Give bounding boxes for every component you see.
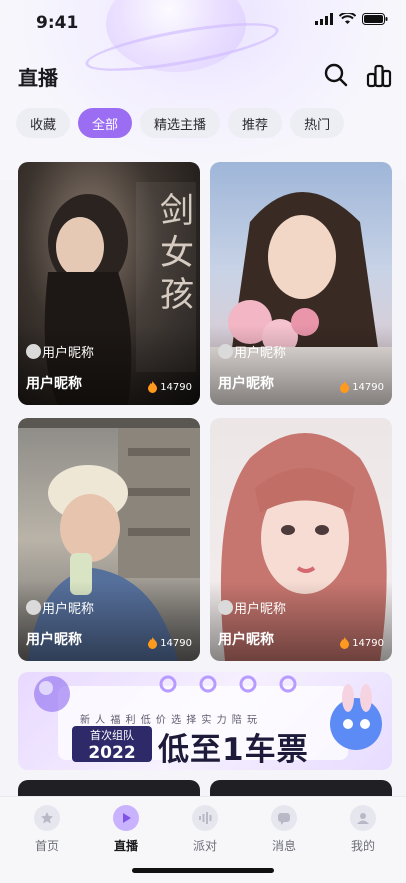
- tab-featured-hosts[interactable]: 精选主播: [140, 108, 221, 138]
- party-icon: [192, 805, 218, 831]
- user-nickname: 用户昵称: [218, 376, 274, 392]
- page-title: 直播: [18, 66, 58, 90]
- viewer-count-text: 14790: [160, 381, 192, 393]
- banner-badge-year: 2022: [88, 743, 136, 763]
- user-nickname: 用户昵称: [26, 376, 82, 392]
- avatar: [218, 344, 233, 359]
- viewer-count-text: 14790: [352, 381, 384, 393]
- live-icon: [113, 805, 139, 831]
- status-time: 9:41: [36, 13, 79, 33]
- viewer-count: 14790: [339, 637, 384, 649]
- flame-icon: [148, 637, 158, 649]
- viewer-count: 14790: [339, 381, 384, 393]
- user-nickname-small: 用户昵称: [42, 346, 95, 361]
- message-icon: [271, 805, 297, 831]
- banner-headline: 低至1车票: [158, 732, 309, 768]
- viewer-count-text: 14790: [352, 637, 384, 649]
- user-nickname-small: 用户昵称: [234, 346, 287, 361]
- nav-live[interactable]: 直播: [96, 805, 156, 854]
- nav-label: 派对: [192, 839, 217, 853]
- home-indicator: [132, 868, 274, 873]
- nav-label: 首页: [34, 839, 59, 853]
- wifi-icon: [339, 13, 356, 24]
- tab-favorites[interactable]: 收藏: [16, 108, 71, 138]
- battery-icon: [362, 13, 388, 25]
- user-nickname-small: 用户昵称: [42, 602, 95, 617]
- status-bar: 9:41: [0, 0, 406, 44]
- avatar: [26, 600, 41, 615]
- avatar: [218, 600, 233, 615]
- card-shade: [18, 581, 200, 661]
- tab-popular[interactable]: 热门: [290, 108, 345, 138]
- promo-banner[interactable]: 新 人 福 利 低 价 选 择 实 力 陪 玩 首次组队 2022 低至1车票: [18, 672, 392, 770]
- home-icon: [34, 805, 60, 831]
- tab-recommended[interactable]: 推荐: [228, 108, 283, 138]
- nav-profile[interactable]: 我的: [333, 805, 393, 854]
- profile-icon: [350, 805, 376, 831]
- signal-icon: [315, 13, 333, 25]
- user-nickname: 用户昵称: [218, 632, 274, 648]
- flame-icon: [340, 637, 350, 649]
- category-tabs: 收藏 全部 精选主播 推荐 热门: [16, 108, 345, 138]
- viewer-count: 14790: [147, 381, 192, 393]
- viewer-count: 14790: [147, 637, 192, 649]
- card-shade: [18, 325, 200, 405]
- viewer-count-text: 14790: [160, 637, 192, 649]
- ranking-icon[interactable]: [366, 62, 392, 88]
- status-icons: [315, 13, 388, 25]
- nav-home[interactable]: 首页: [17, 805, 77, 854]
- nav-party[interactable]: 派对: [175, 805, 235, 854]
- nav-label: 消息: [271, 839, 296, 853]
- live-card[interactable]: 用户昵称 用户昵称 14790: [210, 162, 392, 405]
- user-nickname-small: 用户昵称: [234, 602, 287, 617]
- flame-icon: [340, 381, 350, 393]
- nav-messages[interactable]: 消息: [254, 805, 314, 854]
- nav-label: 直播: [113, 839, 138, 853]
- banner-badge-top: 首次组队: [90, 729, 134, 742]
- banner-badge: 首次组队 2022: [72, 726, 152, 763]
- user-nickname: 用户昵称: [26, 632, 82, 648]
- card-shade: [210, 325, 392, 405]
- live-card[interactable]: 用户昵称 用户昵称 14790: [210, 418, 392, 661]
- live-card[interactable]: 用户昵称 用户昵称 14790: [18, 418, 200, 661]
- live-card[interactable]: 剑 女 孩 用户昵称 用户昵称 14790: [18, 162, 200, 405]
- flame-icon: [148, 381, 158, 393]
- tab-all[interactable]: 全部: [78, 108, 133, 138]
- card-shade: [210, 581, 392, 661]
- stream-art-text: 剑 女 孩: [160, 191, 194, 315]
- nav-label: 我的: [350, 839, 375, 853]
- avatar: [26, 344, 41, 359]
- search-icon[interactable]: [323, 62, 349, 88]
